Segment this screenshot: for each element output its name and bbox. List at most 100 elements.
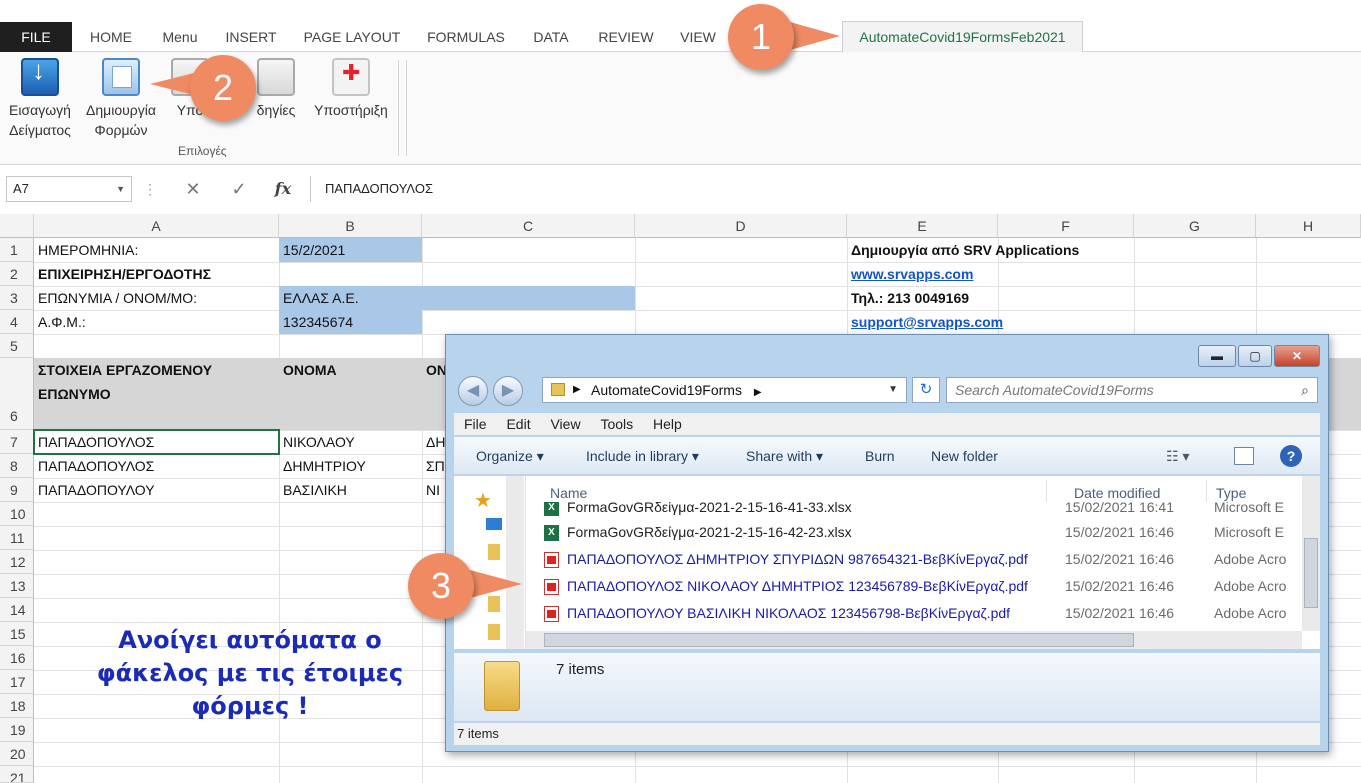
folder-icon[interactable] <box>488 544 500 560</box>
col-header-d[interactable]: D <box>635 214 847 238</box>
row-header[interactable]: 11 <box>0 526 34 550</box>
cell-b1[interactable]: 15/2/2021 <box>279 238 422 262</box>
file-row[interactable]: X FormaGovGRδείγμα-2021-2-15-16-42-23.xl… <box>526 519 1306 546</box>
desktop-icon[interactable] <box>486 518 502 530</box>
row-header[interactable]: 1 <box>0 238 34 262</box>
cell-a4[interactable]: Α.Φ.Μ.: <box>34 310 279 334</box>
support-button[interactable]: Υποστήριξη <box>308 58 394 120</box>
cell-b8[interactable]: ΔΗΜΗΤΡΙΟΥ <box>279 454 422 478</box>
row-header[interactable]: 15 <box>0 622 34 646</box>
col-header-b[interactable]: B <box>279 214 422 238</box>
refresh-icon[interactable]: ↻ <box>912 377 940 403</box>
cell-b4[interactable]: 132345674 <box>279 310 422 334</box>
cell-a8[interactable]: ΠΑΠΑΔΟΠΟΥΛΟΣ <box>34 454 279 478</box>
cell-a1[interactable]: ΗΜΕΡΟΜΗΝΙΑ: <box>34 238 279 262</box>
column-type-header[interactable]: Type <box>1216 476 1246 502</box>
menu-file[interactable]: File <box>464 416 487 432</box>
horizontal-scroll-thumb[interactable] <box>544 633 1134 647</box>
tab-data[interactable]: DATA <box>522 22 580 52</box>
row-header[interactable]: 6 <box>0 358 34 430</box>
back-button[interactable]: ◀ <box>458 376 488 406</box>
cancel-icon[interactable]: ✕ <box>178 176 208 202</box>
col-header-c[interactable]: C <box>422 214 635 238</box>
forward-button[interactable]: ▶ <box>493 376 523 406</box>
breadcrumb-folder[interactable]: AutomateCovid19Forms <box>591 382 742 398</box>
col-header-a[interactable]: A <box>34 214 279 238</box>
row-header[interactable]: 19 <box>0 718 34 742</box>
row-header[interactable]: 21 <box>0 766 34 783</box>
vertical-scroll-thumb[interactable] <box>1304 538 1318 608</box>
preview-pane-icon[interactable] <box>1234 447 1254 465</box>
new-folder-button[interactable]: New folder <box>931 437 998 475</box>
tab-home[interactable]: HOME <box>80 22 142 52</box>
cell-a9[interactable]: ΠΑΠΑΔΟΠΟΥΛΟΥ <box>34 478 279 502</box>
row-header[interactable]: 9 <box>0 478 34 502</box>
import-sample-button[interactable]: Εισαγωγή Δείγματος <box>4 58 76 140</box>
minimize-button[interactable]: ▬ <box>1198 345 1236 367</box>
col-header-f[interactable]: F <box>998 214 1134 238</box>
row-header[interactable]: 16 <box>0 646 34 670</box>
col-header-e[interactable]: E <box>847 214 998 238</box>
column-date-header[interactable]: Date modified <box>1074 476 1160 502</box>
cell-e2[interactable]: www.srvapps.com <box>847 262 998 286</box>
organize-button[interactable]: Organize ▾ <box>476 437 544 475</box>
folder-icon[interactable] <box>488 624 500 640</box>
column-name-header[interactable]: Name <box>550 476 587 502</box>
cell-a6[interactable]: ΣΤΟΙΧΕΙΑ ΕΡΓΑΖΟΜΕΝΟΥ ΕΠΩΝΥΜΟ <box>34 358 279 406</box>
file-row[interactable]: ΠΑΠΑΔΟΠΟΥΛΟΣ ΔΗΜΗΤΡΙΟΥ ΣΠΥΡΙΔΩΝ 98765432… <box>526 546 1306 573</box>
tab-page-layout[interactable]: PAGE LAYOUT <box>296 22 408 52</box>
cell-b9[interactable]: ΒΑΣΙΛΙΚΗ <box>279 478 422 502</box>
row-header[interactable]: 3 <box>0 286 34 310</box>
row-header[interactable]: 10 <box>0 502 34 526</box>
row-header[interactable]: 20 <box>0 742 34 766</box>
row-header[interactable]: 13 <box>0 574 34 598</box>
row-header[interactable]: 2 <box>0 262 34 286</box>
row-header[interactable]: 18 <box>0 694 34 718</box>
support-email-link[interactable]: support@srvapps.com <box>851 314 1003 330</box>
website-link[interactable]: www.srvapps.com <box>851 266 973 282</box>
insert-function-icon[interactable]: fx <box>268 176 298 202</box>
include-in-library-button[interactable]: Include in library ▾ <box>586 437 699 475</box>
tab-insert[interactable]: INSERT <box>218 22 284 52</box>
menu-edit[interactable]: Edit <box>506 416 530 432</box>
cell-e1[interactable]: Δημιουργία από SRV Applications <box>847 238 1134 262</box>
help-icon[interactable]: ? <box>1280 445 1302 467</box>
cell-a3[interactable]: ΕΠΩΝΥΜΙΑ / ΟΝΟΜ/ΜΟ: <box>34 286 279 310</box>
file-row[interactable]: ΠΑΠΑΔΟΠΟΥΛΟΥ ΒΑΣΙΛΙΚΗ ΝΙΚΟΛΑΟΣ 123456798… <box>526 600 1306 622</box>
favorites-star-icon[interactable]: ★ <box>474 488 492 513</box>
col-header-g[interactable]: G <box>1134 214 1256 238</box>
tab-formulas[interactable]: FORMULAS <box>420 22 512 52</box>
enter-icon[interactable]: ✓ <box>224 176 254 202</box>
menu-tools[interactable]: Tools <box>600 416 633 432</box>
cell-e3[interactable]: Τηλ.: 213 0049169 <box>847 286 998 310</box>
row-header[interactable]: 17 <box>0 670 34 694</box>
burn-button[interactable]: Burn <box>865 437 895 475</box>
tab-menu[interactable]: Menu <box>152 22 208 52</box>
address-bar[interactable]: ▶ AutomateCovid19Forms ▶ ▼ <box>542 377 907 403</box>
search-input[interactable]: Search AutomateCovid19Forms ⌕ <box>946 377 1318 403</box>
tab-automate-covid19-forms[interactable]: AutomateCovid19FormsFeb2021 <box>842 21 1083 52</box>
file-list[interactable]: Name Date modified Type X FormaGovGRδείγ… <box>526 476 1320 649</box>
chevron-down-icon[interactable]: ▼ <box>888 378 898 402</box>
maximize-button[interactable]: ▢ <box>1238 345 1272 367</box>
cell-e4[interactable]: support@srvapps.com <box>847 310 1047 334</box>
col-header-h[interactable]: H <box>1256 214 1361 238</box>
change-view-icon[interactable]: ☷ ▾ <box>1166 437 1189 475</box>
tab-file[interactable]: FILE <box>0 22 72 52</box>
nav-scrollbar[interactable] <box>506 476 524 649</box>
tab-view[interactable]: VIEW <box>672 22 724 52</box>
menu-view[interactable]: View <box>550 416 580 432</box>
row-header[interactable]: 7 <box>0 430 34 454</box>
tab-review[interactable]: REVIEW <box>590 22 662 52</box>
menu-help[interactable]: Help <box>653 416 682 432</box>
cell-b7[interactable]: ΝΙΚΟΛΑΟΥ <box>279 430 422 454</box>
cell-b6[interactable]: ΟΝΟΜΑ <box>279 358 422 382</box>
formula-input[interactable]: ΠΑΠΑΔΟΠΟΥΛΟΣ <box>310 176 1361 202</box>
row-header[interactable]: 4 <box>0 310 34 334</box>
cell-b3[interactable]: ΕΛΛΑΣ Α.Ε. <box>279 286 635 310</box>
close-button[interactable]: ✕ <box>1274 345 1320 367</box>
folder-icon[interactable] <box>488 596 500 612</box>
explorer-window[interactable]: ▬ ▢ ✕ ◀ ▶ ▶ AutomateCovid19Forms ▶ ▼ ↻ S… <box>445 334 1329 752</box>
name-box[interactable]: A7 ▼ <box>6 176 132 202</box>
row-header[interactable]: 8 <box>0 454 34 478</box>
